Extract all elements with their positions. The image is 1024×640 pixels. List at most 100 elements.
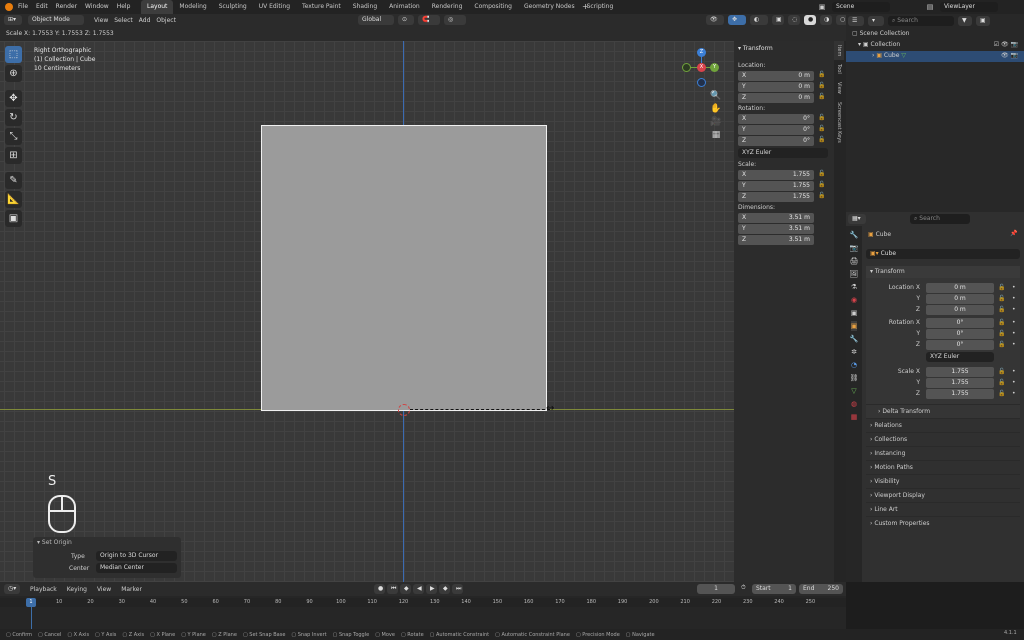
move-tool-icon[interactable]: ✥ <box>5 90 22 107</box>
modifier-tab-icon[interactable]: 🔧 <box>850 334 859 344</box>
section-line-art[interactable]: › Line Art <box>866 502 1020 516</box>
lock-icon[interactable]: 🔓 <box>818 71 825 78</box>
rotate-tool-icon[interactable]: ↻ <box>5 109 22 126</box>
rotation-field[interactable]: 0° <box>926 329 994 339</box>
set-origin-title[interactable]: ▾ Set Origin <box>37 539 72 546</box>
cube-object[interactable] <box>261 125 547 411</box>
view-layer-tab-icon[interactable]: 🖼 <box>850 269 859 279</box>
n-rotation-x-field[interactable]: X 0° <box>738 114 814 124</box>
transform-panel-header[interactable]: ▾ Transform <box>738 45 773 52</box>
scene-selector[interactable]: ▣ Scene <box>816 2 890 12</box>
keyframe-dot-icon[interactable]: • <box>1012 305 1016 315</box>
gizmo-x-icon[interactable]: X <box>697 63 706 72</box>
preview-range-icon[interactable]: ⏱ <box>741 584 746 592</box>
constraints-tab-icon[interactable]: ⛓ <box>850 373 859 383</box>
lock-icon[interactable]: 🔓 <box>998 305 1005 315</box>
sidebar-tab-item[interactable]: Item <box>834 41 844 61</box>
lock-icon[interactable]: 🔓 <box>818 114 825 121</box>
measure-tool-icon[interactable]: 📐 <box>5 191 22 208</box>
add-cube-tool-icon[interactable]: ▣ <box>5 210 22 227</box>
tab-modeling[interactable]: Modeling <box>173 0 212 14</box>
lock-icon[interactable]: 🔓 <box>998 294 1005 304</box>
pan-hand-icon[interactable]: ✋ <box>709 104 723 114</box>
tab-texture-paint[interactable]: Texture Paint <box>296 0 347 14</box>
n-rotation-y-field[interactable]: Y 0° <box>738 125 814 135</box>
location-field[interactable]: 0 m <box>926 294 994 304</box>
world-tab-icon[interactable]: ◉ <box>851 295 857 305</box>
jump-end-icon[interactable]: ⏭ <box>452 584 463 594</box>
add-workspace-button[interactable]: + <box>582 3 589 11</box>
display-mode-icon[interactable]: ▾ <box>868 16 884 26</box>
n-scale-z-field[interactable]: Z 1.755 <box>738 192 814 202</box>
section-instancing[interactable]: › Instancing <box>866 446 1020 460</box>
gizmo-neg-z-icon[interactable] <box>697 78 706 87</box>
n-dimensions-x-field[interactable]: X 3.51 m <box>738 213 814 223</box>
outliner-item-collection[interactable]: ▾ ▣ Collection ☑ 👁 📷 <box>858 41 1024 48</box>
n-dimensions-y-field[interactable]: Y 3.51 m <box>738 224 814 234</box>
next-key-icon[interactable]: ◆ <box>439 584 450 594</box>
location-field[interactable]: 0 m <box>926 283 994 293</box>
collection-visibility-icon[interactable]: ☑ 👁 📷 <box>994 41 1018 48</box>
viewport-menu-view[interactable]: View <box>94 17 108 24</box>
orientation-selector[interactable]: Global <box>358 15 394 25</box>
menu-help[interactable]: Help <box>117 0 131 14</box>
timeline-menu-marker[interactable]: Marker <box>121 586 142 593</box>
rotation-field[interactable]: 0° <box>926 340 994 350</box>
scale-tool-icon[interactable]: ⤡ <box>5 128 22 145</box>
lock-icon[interactable]: 🔓 <box>998 389 1005 399</box>
lock-icon[interactable]: 🔓 <box>998 367 1005 377</box>
keyframe-dot-icon[interactable]: • <box>1012 367 1016 377</box>
material-tab-icon[interactable]: ◍ <box>851 399 857 409</box>
n-scale-x-field[interactable]: X 1.755 <box>738 170 814 180</box>
visibility-icon[interactable]: 👁 <box>706 15 724 25</box>
gizmo-y-icon[interactable]: Y <box>710 63 719 72</box>
scale-field[interactable]: 1.755 <box>926 378 994 388</box>
center-selector[interactable]: Median Center <box>96 563 177 573</box>
gizmo-z-icon[interactable]: Z <box>697 48 706 57</box>
collection-tab-icon[interactable]: ▣ <box>851 308 858 318</box>
zoom-icon[interactable]: 🔍 <box>709 91 723 101</box>
shading-solid-icon[interactable]: ● <box>804 15 816 25</box>
lock-icon[interactable]: 🔓 <box>818 136 825 143</box>
scene-name[interactable]: Scene <box>832 2 890 12</box>
shading-material-icon[interactable]: ◑ <box>820 15 832 25</box>
pivot-icon[interactable]: ⊙ <box>398 15 414 25</box>
lock-icon[interactable]: 🔓 <box>998 329 1005 339</box>
playhead[interactable] <box>31 607 32 629</box>
tab-sculpting[interactable]: Sculpting <box>213 0 253 14</box>
lock-icon[interactable]: 🔓 <box>818 181 825 188</box>
timeline-menu-keying[interactable]: Keying <box>67 586 87 593</box>
viewport-menu-select[interactable]: Select <box>114 17 133 24</box>
current-frame-field[interactable]: 1 <box>697 584 735 594</box>
n-scale-y-field[interactable]: Y 1.755 <box>738 181 814 191</box>
menu-window[interactable]: Window <box>85 0 109 14</box>
tab-animation[interactable]: Animation <box>383 0 426 14</box>
tab-shading[interactable]: Shading <box>347 0 383 14</box>
gizmo-toggle-icon[interactable]: ✥ <box>728 15 746 25</box>
perspective-toggle-icon[interactable]: ▦ <box>709 130 723 140</box>
mode-selector[interactable]: Object Mode <box>28 15 84 25</box>
tab-geometry-nodes[interactable]: Geometry Nodes <box>518 0 581 14</box>
lock-icon[interactable]: 🔓 <box>818 82 825 89</box>
camera-view-icon[interactable]: 🎥 <box>709 117 723 127</box>
outliner-editor-type-icon[interactable]: ☰ <box>848 16 864 26</box>
keyframe-dot-icon[interactable]: • <box>1012 294 1016 304</box>
lock-icon[interactable]: 🔓 <box>998 378 1005 388</box>
lock-icon[interactable]: 🔓 <box>818 170 825 177</box>
tab-uv-editing[interactable]: UV Editing <box>253 0 296 14</box>
filter-icon[interactable]: ▼ <box>958 16 972 26</box>
section-collections[interactable]: › Collections <box>866 432 1020 446</box>
play-reverse-icon[interactable]: ◀ <box>413 584 424 594</box>
menu-render[interactable]: Render <box>56 0 77 14</box>
timeline-menu-view[interactable]: View <box>97 586 111 593</box>
output-tab-icon[interactable]: 🖨 <box>850 256 859 266</box>
timeline-menu-playback[interactable]: Playback <box>30 586 57 593</box>
outliner-search-input[interactable]: ⌕ Search <box>888 16 954 26</box>
cube-visibility-icon[interactable]: 👁 📷 <box>1001 52 1018 59</box>
keyframe-dot-icon[interactable]: • <box>1012 318 1016 328</box>
timeline-editor-type-icon[interactable]: ◷▾ <box>4 584 20 594</box>
select-box-icon[interactable]: ⬚ <box>5 46 22 63</box>
sidebar-tab-screencast-keys[interactable]: Screencast Keys <box>834 98 844 147</box>
viewport-menu-add[interactable]: Add <box>139 17 151 24</box>
render-tab-icon[interactable]: 📷 <box>850 243 859 253</box>
